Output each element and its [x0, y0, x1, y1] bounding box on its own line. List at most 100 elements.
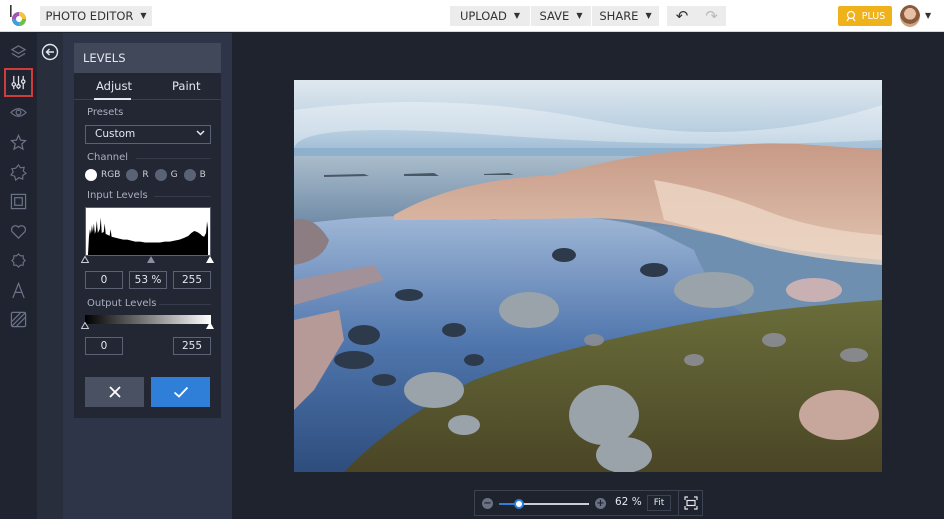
sidebar-item-textures[interactable] — [5, 247, 32, 274]
apply-button[interactable] — [151, 377, 210, 407]
chevron-down-icon — [196, 126, 205, 143]
input-white-handle-icon[interactable] — [206, 256, 214, 263]
frame-icon — [10, 193, 27, 210]
channel-radio-b[interactable] — [184, 169, 196, 181]
presets-label: Presets — [87, 107, 123, 118]
caret-down-icon: ▼ — [140, 6, 146, 26]
undo-button[interactable]: ↶ — [667, 6, 697, 26]
input-black-handle-icon[interactable] — [81, 256, 89, 263]
sidebar-item-overlays[interactable] — [5, 218, 32, 245]
input-black-field[interactable]: 0 — [85, 271, 123, 289]
photo-canvas[interactable] — [294, 80, 882, 472]
zoom-slider[interactable] — [499, 503, 589, 505]
landscape-photo — [294, 80, 882, 472]
redo-button[interactable]: ↷ — [697, 6, 726, 26]
eye-icon — [10, 104, 27, 121]
gear-icon — [10, 252, 27, 269]
sidebar-item-frames[interactable] — [5, 188, 32, 215]
sidebar-item-text[interactable] — [5, 277, 32, 304]
top-bar: PHOTO EDITOR ▼ UPLOAD ▼ SAVE ▼ SHARE ▼ ↶… — [0, 0, 944, 32]
star-icon — [10, 134, 27, 151]
divider — [154, 196, 211, 197]
secondary-rail — [37, 33, 63, 519]
plus-label: PLUS — [862, 11, 886, 22]
panel-tabs: Adjust Paint — [74, 73, 221, 100]
histogram-graph — [86, 208, 210, 255]
befunky-logo-icon[interactable] — [9, 5, 29, 27]
channel-radio-group: RGB R G B — [85, 168, 212, 181]
output-black-field[interactable]: 0 — [85, 337, 123, 355]
channel-label-b: B — [200, 170, 206, 180]
app-menu-dropdown[interactable]: PHOTO EDITOR ▼ — [40, 6, 152, 26]
sidebar-item-layers[interactable] — [5, 39, 32, 66]
zoom-slider-thumb[interactable] — [514, 499, 524, 509]
channel-radio-g[interactable] — [155, 169, 167, 181]
sidebar-item-favorites[interactable] — [5, 129, 32, 156]
layers-icon — [10, 44, 27, 61]
sidebar-item-effects[interactable] — [5, 99, 32, 126]
panel-title: LEVELS — [74, 43, 221, 73]
zoom-in-button[interactable]: + — [595, 498, 606, 509]
badge-icon — [10, 164, 27, 181]
sidebar-item-touchup[interactable] — [5, 159, 32, 186]
zoom-value: 62 % — [615, 496, 642, 508]
divider — [159, 304, 211, 305]
caret-down-icon[interactable]: ▼ — [925, 11, 931, 20]
sidebar-item-adjust[interactable] — [5, 69, 32, 96]
input-levels-label: Input Levels — [87, 190, 148, 201]
back-arrow-icon[interactable] — [41, 43, 59, 61]
output-white-handle-icon[interactable] — [206, 322, 214, 329]
output-black-handle-icon[interactable] — [81, 322, 89, 329]
hatch-icon — [10, 311, 27, 328]
channel-label-rgb: RGB — [101, 170, 120, 180]
app-menu-label: PHOTO EDITOR — [45, 6, 133, 26]
plus-upgrade-button[interactable]: PLUS — [838, 6, 892, 26]
channel-label-r: R — [142, 170, 148, 180]
presets-value: Custom — [95, 128, 135, 140]
save-label: SAVE — [540, 6, 570, 26]
divider — [136, 158, 211, 159]
channel-radio-rgb[interactable] — [85, 169, 97, 181]
tool-sidebar — [0, 33, 37, 519]
caret-down-icon: ▼ — [645, 6, 651, 26]
text-icon — [10, 282, 27, 299]
input-midtone-field[interactable]: 53 % — [129, 271, 167, 289]
output-gradient-bar — [85, 315, 211, 324]
photo-editor-app: PHOTO EDITOR ▼ UPLOAD ▼ SAVE ▼ SHARE ▼ ↶… — [0, 0, 944, 519]
fullscreen-icon[interactable] — [684, 496, 698, 510]
upload-label: UPLOAD — [460, 6, 507, 26]
fit-button[interactable]: Fit — [647, 495, 671, 511]
active-tab-indicator — [94, 98, 131, 100]
divider — [678, 491, 679, 515]
output-white-field[interactable]: 255 — [173, 337, 211, 355]
tab-paint[interactable]: Paint — [172, 79, 200, 93]
levels-panel: LEVELS Adjust Paint Presets Custom Chann… — [74, 43, 221, 418]
histogram — [85, 207, 211, 256]
caret-down-icon: ▼ — [514, 6, 520, 26]
channel-radio-r[interactable] — [126, 169, 138, 181]
heart-icon — [10, 223, 27, 240]
user-avatar[interactable] — [900, 5, 920, 27]
plus-badge-icon — [845, 10, 857, 22]
cancel-button[interactable] — [85, 377, 144, 407]
zoom-toolbar: − + 62 % Fit — [474, 490, 703, 516]
input-midtone-handle-icon[interactable] — [147, 256, 155, 263]
tab-adjust[interactable]: Adjust — [96, 79, 132, 93]
sidebar-item-patterns[interactable] — [5, 306, 32, 333]
input-white-field[interactable]: 255 — [173, 271, 211, 289]
upload-button[interactable]: UPLOAD ▼ — [450, 6, 530, 26]
save-button[interactable]: SAVE ▼ — [531, 6, 591, 26]
channel-label-g: G — [171, 170, 178, 180]
share-button[interactable]: SHARE ▼ — [592, 6, 659, 26]
checkmark-icon — [173, 385, 189, 399]
output-levels-label: Output Levels — [87, 298, 157, 309]
sliders-icon — [10, 74, 27, 91]
share-label: SHARE — [599, 6, 638, 26]
caret-down-icon: ▼ — [576, 6, 582, 26]
channel-label: Channel — [87, 152, 128, 163]
zoom-out-button[interactable]: − — [482, 498, 493, 509]
presets-select[interactable]: Custom — [85, 125, 211, 144]
redo-icon: ↷ — [705, 6, 718, 26]
close-icon — [108, 385, 122, 399]
undo-icon: ↶ — [676, 6, 689, 26]
